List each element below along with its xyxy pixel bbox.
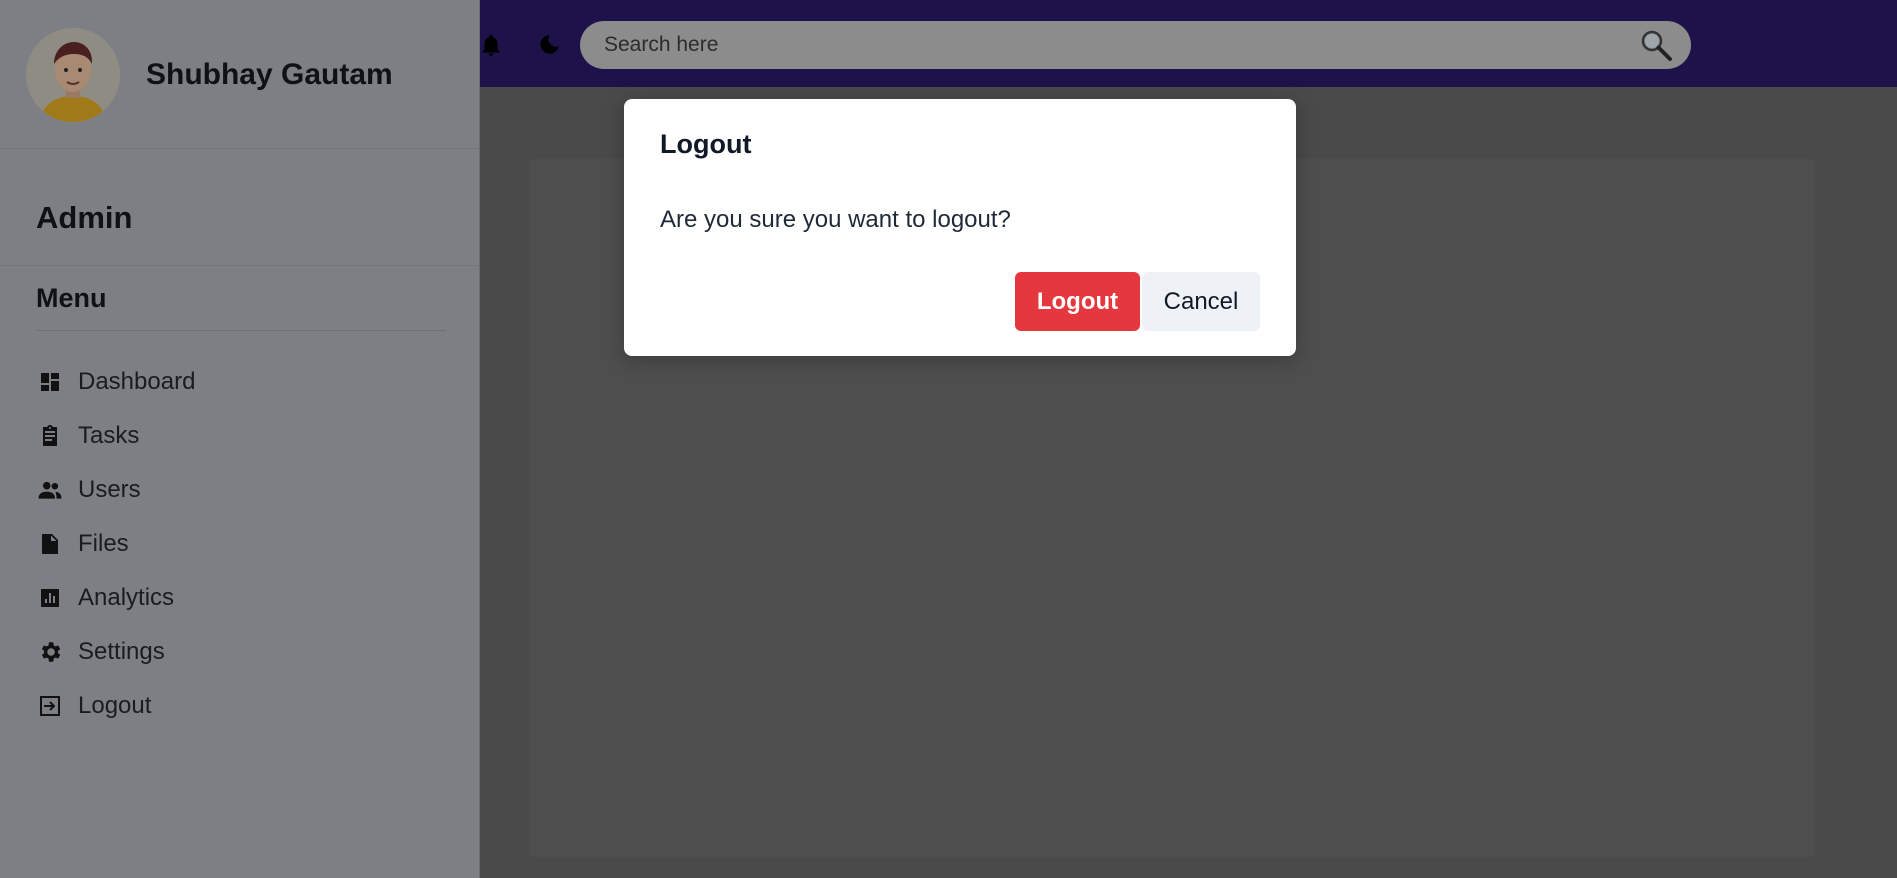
dialog-title: Logout — [660, 129, 752, 159]
cancel-button[interactable]: Cancel — [1142, 272, 1260, 331]
sidebar-item-files[interactable]: Files — [36, 517, 195, 571]
sidebar-nav: Dashboard Tasks Users Files Analytics Se… — [36, 355, 195, 733]
sidebar-item-label: Files — [78, 530, 129, 557]
search-input[interactable] — [580, 21, 1691, 69]
user-name: Shubhay Gautam — [146, 58, 393, 91]
avatar — [26, 28, 120, 122]
search-bar — [580, 21, 1691, 69]
sidebar-item-label: Logout — [78, 692, 152, 719]
menu-title: Menu — [36, 283, 107, 313]
logout-dialog: Logout Are you sure you want to logout? … — [624, 99, 1296, 356]
gear-icon — [36, 638, 64, 666]
clipboard-icon — [36, 422, 64, 450]
sidebar-item-tasks[interactable]: Tasks — [36, 409, 195, 463]
sidebar-item-analytics[interactable]: Analytics — [36, 571, 195, 625]
sidebar-item-label: Tasks — [78, 422, 140, 449]
divider — [0, 265, 480, 266]
sidebar-item-label: Analytics — [78, 584, 175, 611]
role-label: Admin — [36, 200, 133, 235]
sidebar-item-label: Settings — [78, 638, 165, 665]
analytics-icon — [36, 584, 64, 612]
profile: Shubhay Gautam — [26, 28, 393, 122]
sidebar: Shubhay Gautam Admin Menu Dashboard Task… — [0, 0, 480, 878]
users-icon — [36, 476, 64, 504]
menu-divider — [36, 330, 446, 331]
sidebar-item-users[interactable]: Users — [36, 463, 195, 517]
sidebar-item-label: Users — [78, 476, 141, 503]
bell-icon[interactable] — [478, 32, 504, 58]
search-icon[interactable] — [1639, 28, 1673, 62]
sidebar-item-label: Dashboard — [78, 368, 196, 395]
sidebar-item-logout[interactable]: Logout — [36, 679, 195, 733]
logout-icon — [36, 692, 64, 720]
moon-icon[interactable] — [536, 32, 562, 58]
dashboard-icon — [36, 368, 64, 396]
sidebar-item-settings[interactable]: Settings — [36, 625, 195, 679]
file-icon — [36, 530, 64, 558]
sidebar-item-dashboard[interactable]: Dashboard — [36, 355, 195, 409]
divider — [0, 148, 480, 149]
dialog-message: Are you sure you want to logout? — [660, 206, 1011, 233]
confirm-logout-button[interactable]: Logout — [1015, 272, 1140, 331]
